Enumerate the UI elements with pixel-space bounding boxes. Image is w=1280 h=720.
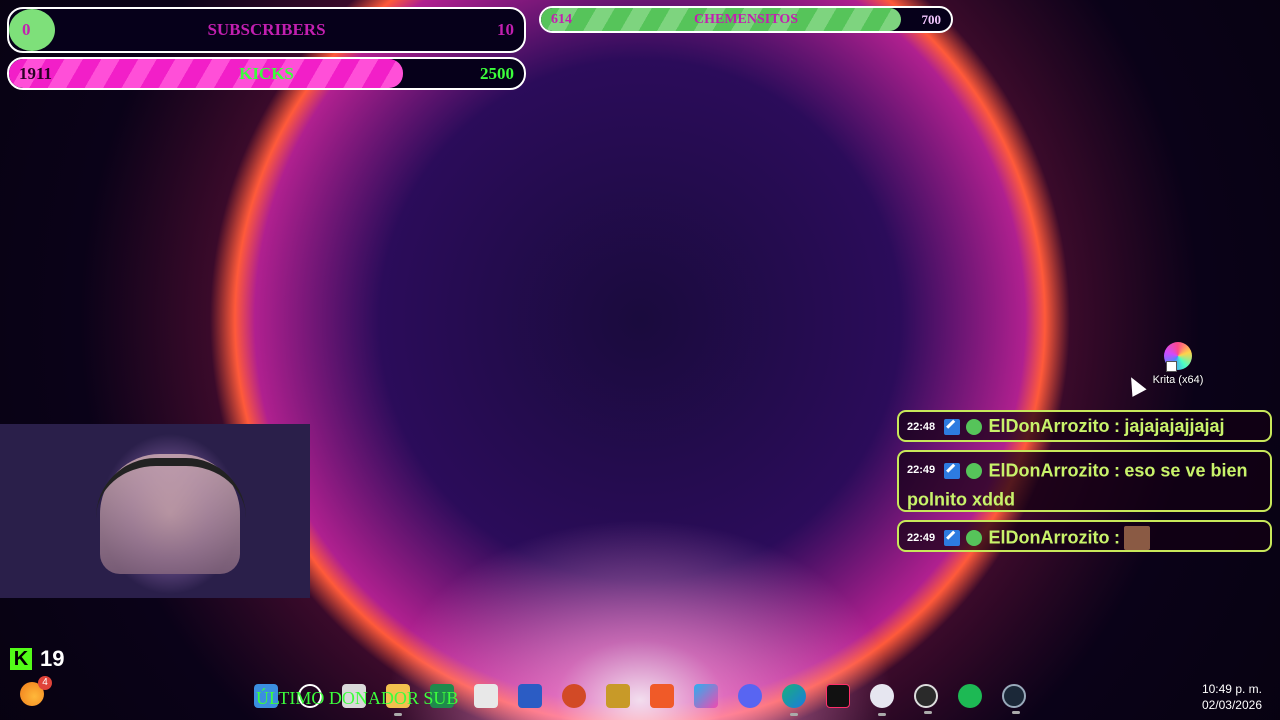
moderator-badge-icon	[943, 530, 960, 546]
chat-separator: :	[1113, 460, 1120, 481]
chat-username: ElDonArrozito	[988, 527, 1110, 548]
powerpoint-icon[interactable]	[562, 684, 586, 708]
copilot-icon[interactable]	[694, 684, 718, 708]
subscriber-badge-icon	[966, 462, 983, 479]
chat-text: jajajajajjajaj	[1124, 416, 1225, 436]
steam-icon[interactable]	[1002, 684, 1026, 714]
subscribers-target: 10	[497, 20, 514, 39]
chat-message: 22:48 ElDonArrozito : jajajajajjajaj	[897, 410, 1272, 442]
clock-time: 10:49 p. m.	[1201, 682, 1262, 696]
headphones-icon	[96, 458, 246, 518]
chat-time: 22:48	[907, 420, 936, 433]
chemensitos-label: CHEMENSITOS	[694, 11, 798, 27]
store-icon[interactable]	[474, 684, 498, 708]
moderator-badge-icon	[943, 462, 960, 479]
edge-icon[interactable]	[782, 684, 806, 716]
chat-time: 22:49	[907, 464, 936, 477]
chemensitos-target: 700	[921, 11, 942, 27]
obs-icon[interactable]	[914, 684, 938, 714]
spotify-icon[interactable]	[958, 684, 982, 708]
moderator-badge-icon	[943, 418, 960, 435]
chat-username: ElDonArrozito	[988, 416, 1110, 436]
viewer-count: 19	[40, 646, 65, 671]
kicks-target: 2500	[480, 63, 514, 83]
chat-separator: :	[1113, 416, 1120, 436]
krita-desktop-shortcut[interactable]: Krita (x64)	[1146, 342, 1210, 386]
brave-icon[interactable]	[650, 684, 674, 708]
kicks-label: KICKS	[239, 63, 294, 83]
folder-icon[interactable]	[606, 684, 630, 708]
last-donor-ticker: ÚLTIMO DONADOR SUB	[256, 688, 459, 708]
weather-widget-icon[interactable]: 4	[20, 676, 52, 706]
chat-emote-icon	[1124, 526, 1151, 550]
krita-label: Krita (x64)	[1152, 374, 1204, 386]
subscribers-goal-bar: 0 SUBSCRIBERS 10	[7, 7, 526, 53]
chat-message: 22:49 ElDonArrozito : eso se ve bien pol…	[897, 450, 1272, 512]
subscriber-badge-icon	[966, 530, 983, 546]
chat-time: 22:49	[907, 532, 936, 544]
app-icon[interactable]	[870, 684, 894, 716]
subscribers-label: SUBSCRIBERS	[207, 20, 326, 39]
mouse-cursor-icon	[1124, 373, 1147, 397]
kick-viewer-counter: K 19	[10, 646, 64, 672]
subscriber-badge-icon	[966, 418, 983, 435]
kick-logo-icon: K	[10, 648, 32, 670]
webcam-feed	[0, 424, 310, 598]
chat-separator: :	[1113, 527, 1120, 548]
kicks-goal-bar: 1911 KICKS 2500	[7, 57, 526, 90]
chemensitos-goal-bar: 614 CHEMENSITOS 700	[539, 6, 953, 33]
clock-date: 02/03/2026	[1201, 698, 1262, 712]
notification-badge: 4	[38, 676, 52, 690]
discord-icon[interactable]	[738, 684, 762, 708]
chat-username: ElDonArrozito	[988, 460, 1110, 481]
system-clock[interactable]: 10:49 p. m. 02/03/2026	[1202, 681, 1262, 713]
chat-message: 22:49 ElDonArrozito :	[897, 520, 1272, 552]
taskbar: 4 ÚLTIMO DONADOR SUB 10:49 p. m. 02/03/2…	[0, 672, 1280, 720]
krita-icon	[1164, 342, 1192, 372]
word-icon[interactable]	[518, 684, 542, 708]
tiktok-icon[interactable]	[826, 684, 850, 708]
